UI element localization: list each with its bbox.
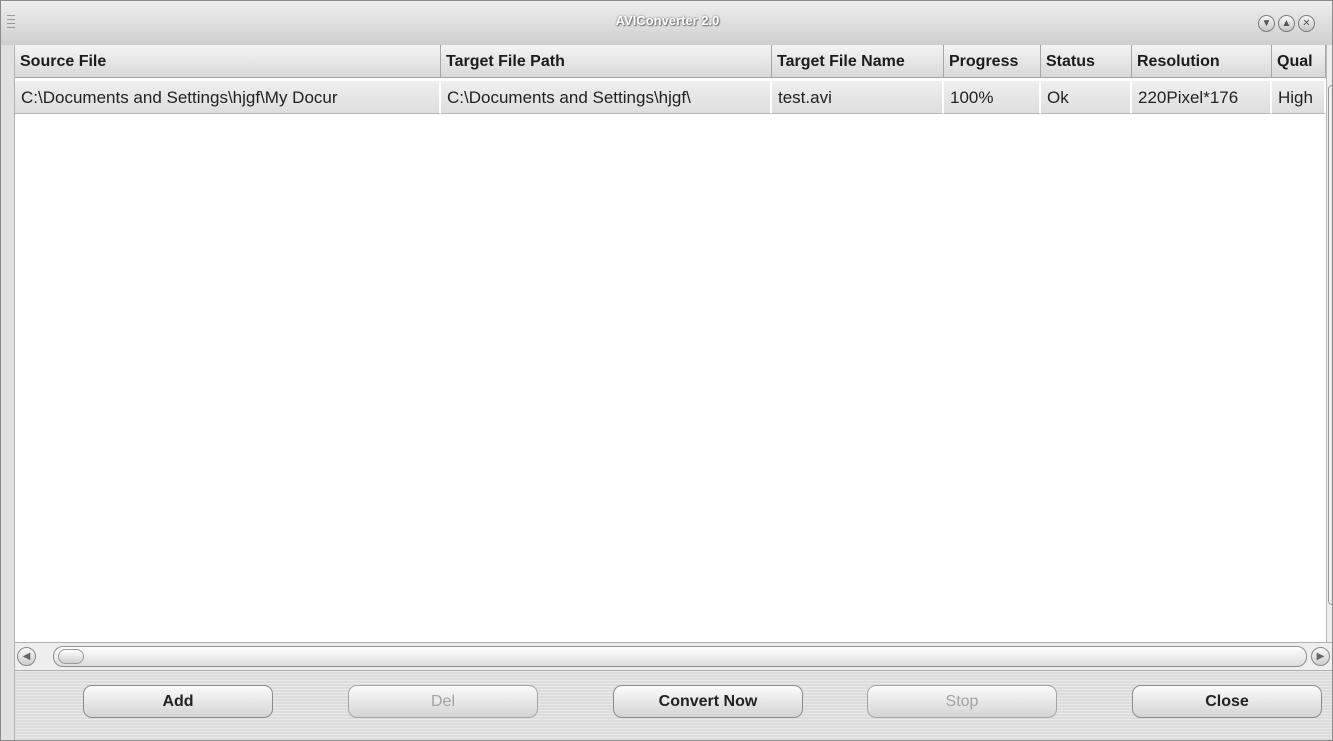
- maximize-button[interactable]: ▲: [1278, 15, 1295, 32]
- arrow-left-icon: ◀: [22, 651, 31, 662]
- cell-source-file: C:\Documents and Settings\hjgf\My Docur: [15, 81, 441, 114]
- add-button[interactable]: Add: [83, 685, 273, 718]
- cell-quality: High: [1272, 81, 1326, 114]
- horizontal-scroll-thumb[interactable]: [58, 649, 84, 664]
- column-header-source-file[interactable]: Source File: [15, 45, 441, 78]
- vertical-scrollbar[interactable]: [1326, 45, 1332, 642]
- cell-target-file-name: test.avi: [772, 81, 944, 114]
- horizontal-scrollbar[interactable]: ◀ ▶: [15, 642, 1332, 671]
- chevron-down-icon: ▼: [1261, 18, 1272, 29]
- arrow-right-icon: ▶: [1316, 651, 1325, 662]
- app-window: AVIConverter 2.0 ▼ ▲ ✕ Source File Targe…: [0, 0, 1333, 741]
- table-row[interactable]: C:\Documents and Settings\hjgf\My Docur …: [15, 81, 1326, 114]
- delete-button[interactable]: Del: [348, 685, 538, 718]
- column-header-status[interactable]: Status: [1041, 45, 1132, 78]
- cell-progress: 100%: [944, 81, 1041, 114]
- cell-resolution: 220Pixel*176: [1132, 81, 1272, 114]
- scroll-right-button[interactable]: ▶: [1311, 647, 1330, 666]
- column-header-target-file-name[interactable]: Target File Name: [772, 45, 944, 78]
- title-bar[interactable]: AVIConverter 2.0 ▼ ▲ ✕: [1, 1, 1332, 46]
- cell-target-file-path: C:\Documents and Settings\hjgf\: [441, 81, 772, 114]
- scroll-left-button[interactable]: ◀: [17, 647, 36, 666]
- left-border: [1, 45, 15, 740]
- column-header-target-file-path[interactable]: Target File Path: [441, 45, 772, 78]
- button-bar: Add Del Convert Now Stop Close: [15, 671, 1332, 740]
- close-icon: ✕: [1302, 18, 1311, 29]
- table-header: Source File Target File Path Target File…: [15, 45, 1326, 78]
- column-header-quality[interactable]: Qual: [1272, 45, 1326, 78]
- cell-status: Ok: [1041, 81, 1132, 114]
- column-header-progress[interactable]: Progress: [944, 45, 1041, 78]
- close-window-button[interactable]: ✕: [1298, 15, 1315, 32]
- convert-now-button[interactable]: Convert Now: [613, 685, 803, 718]
- file-table: Source File Target File Path Target File…: [15, 45, 1326, 642]
- minimize-button[interactable]: ▼: [1258, 15, 1275, 32]
- window-title: AVIConverter 2.0: [615, 13, 720, 28]
- stop-button[interactable]: Stop: [867, 685, 1057, 718]
- horizontal-scroll-track[interactable]: [53, 646, 1307, 667]
- vertical-scroll-thumb[interactable]: [1328, 85, 1332, 605]
- close-button[interactable]: Close: [1132, 685, 1322, 718]
- column-header-resolution[interactable]: Resolution: [1132, 45, 1272, 78]
- chevron-up-icon: ▲: [1281, 18, 1292, 29]
